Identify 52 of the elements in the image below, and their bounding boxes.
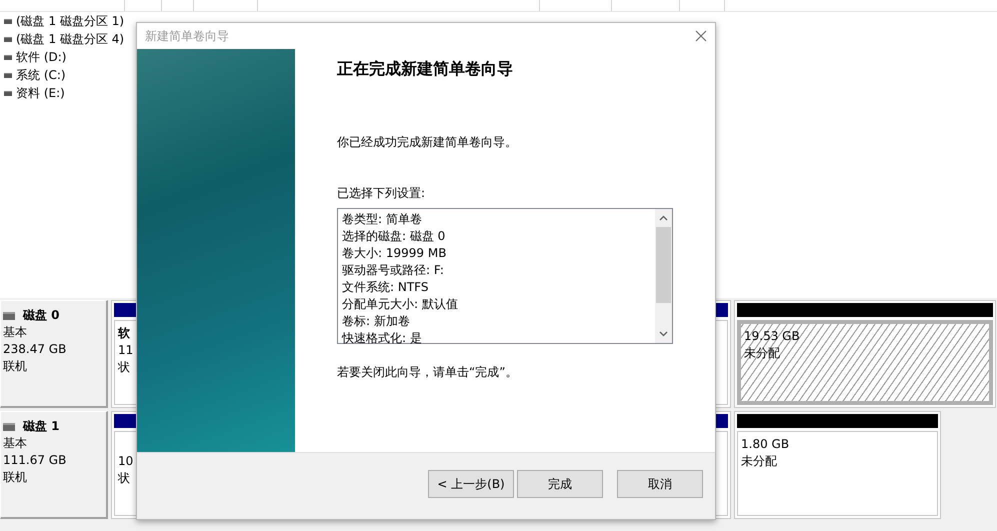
wizard-button[interactable]: < 上一步(B) bbox=[428, 470, 514, 498]
settings-item: 驱动器号或路径: F: bbox=[342, 262, 445, 279]
disk-status: 联机 bbox=[3, 469, 28, 486]
scroll-up-icon[interactable] bbox=[659, 215, 668, 221]
wizard-button[interactable]: 取消 bbox=[617, 470, 703, 498]
partition-text: 未分配 bbox=[744, 346, 780, 360]
partition-text: 状 bbox=[118, 471, 130, 485]
close-icon[interactable] bbox=[695, 30, 707, 42]
disk-name: 磁盘 1 bbox=[23, 418, 60, 435]
disk-type: 基本 bbox=[3, 324, 28, 341]
partition-text: 1.80 GB bbox=[741, 437, 790, 451]
volume-icon bbox=[4, 18, 12, 24]
settings-item: 文件系统: NTFS bbox=[342, 279, 430, 296]
wizard-button[interactable]: 完成 bbox=[517, 470, 603, 498]
disk-name: 磁盘 0 bbox=[23, 307, 60, 324]
partition-text: 10 bbox=[118, 454, 134, 468]
table-cell: 系统 (C:) bbox=[16, 66, 66, 84]
settings-item: 选择的磁盘: 磁盘 0 bbox=[342, 228, 446, 245]
disk-label-panel[interactable]: 磁盘 0 基本 238.47 GB 联机 bbox=[0, 300, 108, 408]
partition-text: 未分配 bbox=[741, 454, 777, 468]
settings-item: 卷类型: 简单卷 bbox=[342, 211, 423, 228]
partition-title: 软 bbox=[118, 326, 130, 340]
disk-type: 基本 bbox=[3, 435, 28, 452]
settings-item: 快速格式化: 是 bbox=[342, 330, 423, 347]
scroll-thumb[interactable] bbox=[656, 227, 671, 303]
settings-item: 卷标: 新加卷 bbox=[342, 313, 411, 330]
scroll-down-icon[interactable] bbox=[659, 331, 668, 337]
disk-status: 联机 bbox=[3, 358, 28, 375]
disk-size: 238.47 GB bbox=[3, 341, 68, 358]
intro-text: 你已经成功完成新建简单卷向导。 bbox=[337, 134, 518, 151]
table-cell: (磁盘 1 磁盘分区 1) bbox=[16, 12, 124, 30]
unallocated-partition[interactable]: 19.53 GB 未分配 bbox=[734, 300, 996, 408]
closing-text: 若要关闭此向导，请单击“完成”。 bbox=[337, 364, 518, 381]
partition-text: 11 bbox=[118, 343, 134, 357]
partition-text: 状 bbox=[118, 360, 130, 374]
settings-label: 已选择下列设置: bbox=[337, 185, 426, 202]
dialog-title: 新建简单卷向导 bbox=[145, 28, 229, 44]
volume-icon bbox=[4, 36, 12, 42]
volume-icon bbox=[4, 72, 12, 78]
table-cell: 软件 (D:) bbox=[16, 48, 66, 66]
table-cell: (磁盘 1 磁盘分区 4) bbox=[16, 30, 124, 48]
wizard-heading: 正在完成新建简单卷向导 bbox=[337, 59, 514, 80]
disk-label-panel[interactable]: 磁盘 1 基本 111.67 GB 联机 bbox=[0, 411, 108, 519]
settings-item: 分配单元大小: 默认值 bbox=[342, 296, 459, 313]
unallocated-partition[interactable]: 1.80 GB 未分配 bbox=[734, 411, 941, 519]
volume-icon bbox=[4, 90, 12, 96]
table-cell: 资料 (E:) bbox=[16, 84, 65, 102]
volume-icon bbox=[4, 54, 12, 60]
disk-size: 111.67 GB bbox=[3, 452, 68, 469]
settings-list[interactable]: 卷类型: 简单卷 选择的磁盘: 磁盘 0 卷大小: 19999 MB 驱动器号或路径: F: 文件系统: NTFS 分配单元大小: 默认值 卷标: 新加卷 快速格式化: 是 bbox=[337, 208, 673, 344]
partition-text: 19.53 GB bbox=[744, 329, 800, 343]
settings-item: 卷大小: 19999 MB bbox=[342, 245, 448, 262]
